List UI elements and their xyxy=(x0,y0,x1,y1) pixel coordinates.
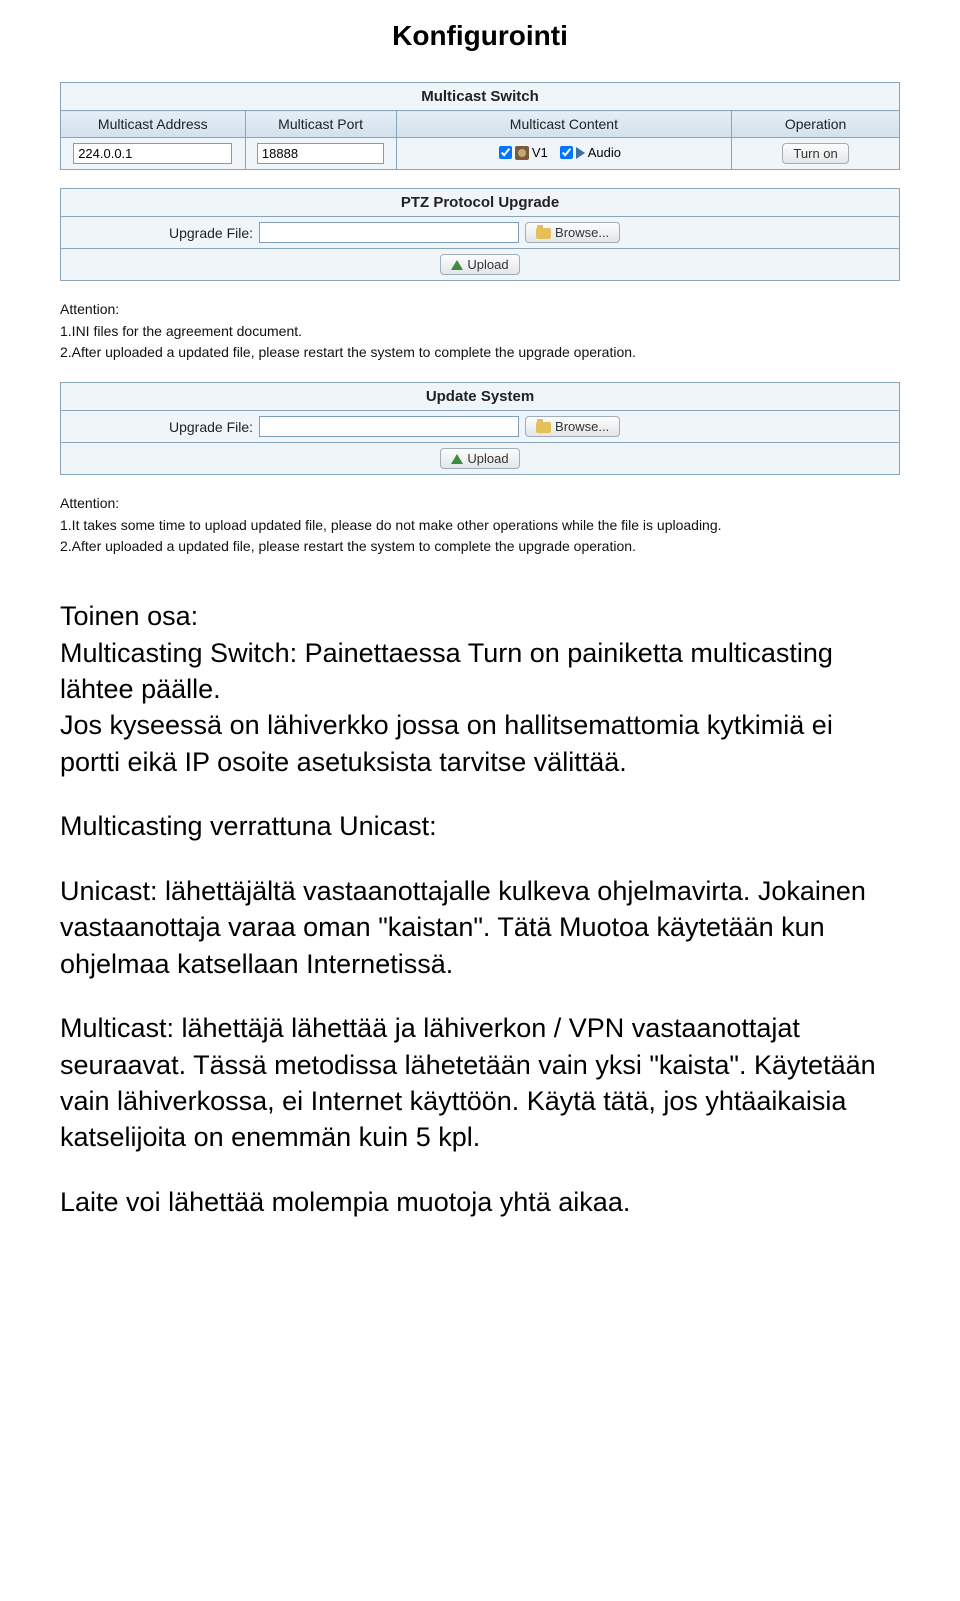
v1-label: V1 xyxy=(532,145,548,160)
multicast-address-input[interactable] xyxy=(73,143,232,164)
update-attention-title: Attention: xyxy=(60,493,900,515)
text-p7: Laite voi lähettää molempia muotoja yhtä… xyxy=(60,1184,900,1220)
upload-arrow-icon xyxy=(451,454,463,464)
multicast-content-cell: V1 Audio xyxy=(396,138,732,170)
update-attention-line1: 1.It takes some time to upload updated f… xyxy=(60,515,900,537)
col-operation: Operation xyxy=(732,111,900,138)
update-attention-line2: 2.After uploaded a updated file, please … xyxy=(60,536,900,558)
ptz-panel-title: PTZ Protocol Upgrade xyxy=(61,189,900,217)
v1-check-group: V1 xyxy=(499,145,548,160)
upload-arrow-icon xyxy=(451,260,463,270)
update-browse-button[interactable]: Browse... xyxy=(525,416,620,437)
audio-check-group: Audio xyxy=(560,145,621,160)
text-p6: Multicast: lähettäjä lähettää ja lähiver… xyxy=(60,1010,900,1156)
update-upload-label: Upload xyxy=(467,451,508,466)
update-file-row: Upgrade File: Browse... xyxy=(61,411,900,443)
ptz-attention-line1: 1.INI files for the agreement document. xyxy=(60,321,900,343)
ptz-browse-button[interactable]: Browse... xyxy=(525,222,620,243)
update-panel-title: Update System xyxy=(61,383,900,411)
ptz-browse-label: Browse... xyxy=(555,225,609,240)
ptz-attention-line2: 2.After uploaded a updated file, please … xyxy=(60,342,900,364)
col-multicast-content: Multicast Content xyxy=(396,111,732,138)
multicast-address-cell xyxy=(61,138,246,170)
update-upgrade-file-label: Upgrade File: xyxy=(169,419,253,435)
ptz-upload-label: Upload xyxy=(467,257,508,272)
audio-checkbox[interactable] xyxy=(560,146,573,159)
multicast-port-cell xyxy=(245,138,396,170)
document-body: Toinen osa: Multicasting Switch: Painett… xyxy=(60,598,900,1220)
folder-icon xyxy=(536,228,551,239)
ptz-upgrade-panel: PTZ Protocol Upgrade Upgrade File: Brows… xyxy=(60,188,900,281)
multicast-switch-panel: Multicast Switch Multicast Address Multi… xyxy=(60,82,900,170)
col-multicast-address: Multicast Address xyxy=(61,111,246,138)
speaker-icon xyxy=(576,147,585,159)
multicast-port-input[interactable] xyxy=(257,143,384,164)
ptz-file-input[interactable] xyxy=(259,222,519,243)
camera-icon xyxy=(515,146,529,160)
update-system-panel: Update System Upgrade File: Browse... Up… xyxy=(60,382,900,475)
multicast-panel-title: Multicast Switch xyxy=(61,83,900,111)
ptz-file-row: Upgrade File: Browse... xyxy=(61,217,900,249)
col-multicast-port: Multicast Port xyxy=(245,111,396,138)
update-file-input[interactable] xyxy=(259,416,519,437)
audio-label: Audio xyxy=(588,145,621,160)
ptz-upgrade-file-label: Upgrade File: xyxy=(169,225,253,241)
operation-cell: Turn on xyxy=(732,138,900,170)
ptz-attention: Attention: 1.INI files for the agreement… xyxy=(60,299,900,364)
update-browse-label: Browse... xyxy=(555,419,609,434)
v1-checkbox[interactable] xyxy=(499,146,512,159)
text-p5: Unicast: lähettäjältä vastaanottajalle k… xyxy=(60,873,900,982)
text-p3: Jos kyseessä on lähiverkko jossa on hall… xyxy=(60,710,833,776)
update-upload-row: Upload xyxy=(61,443,900,475)
ptz-upload-row: Upload xyxy=(61,249,900,281)
text-p4: Multicasting verrattuna Unicast: xyxy=(60,808,900,844)
update-upload-button[interactable]: Upload xyxy=(440,448,519,469)
update-attention: Attention: 1.It takes some time to uploa… xyxy=(60,493,900,558)
page-title: Konfigurointi xyxy=(60,20,900,52)
text-p1: Toinen osa: xyxy=(60,601,198,631)
folder-icon xyxy=(536,422,551,433)
text-p2: Multicasting Switch: Painettaessa Turn o… xyxy=(60,638,833,704)
ptz-upload-button[interactable]: Upload xyxy=(440,254,519,275)
turn-on-label: Turn on xyxy=(793,146,837,161)
turn-on-button[interactable]: Turn on xyxy=(782,143,848,164)
ptz-attention-title: Attention: xyxy=(60,299,900,321)
